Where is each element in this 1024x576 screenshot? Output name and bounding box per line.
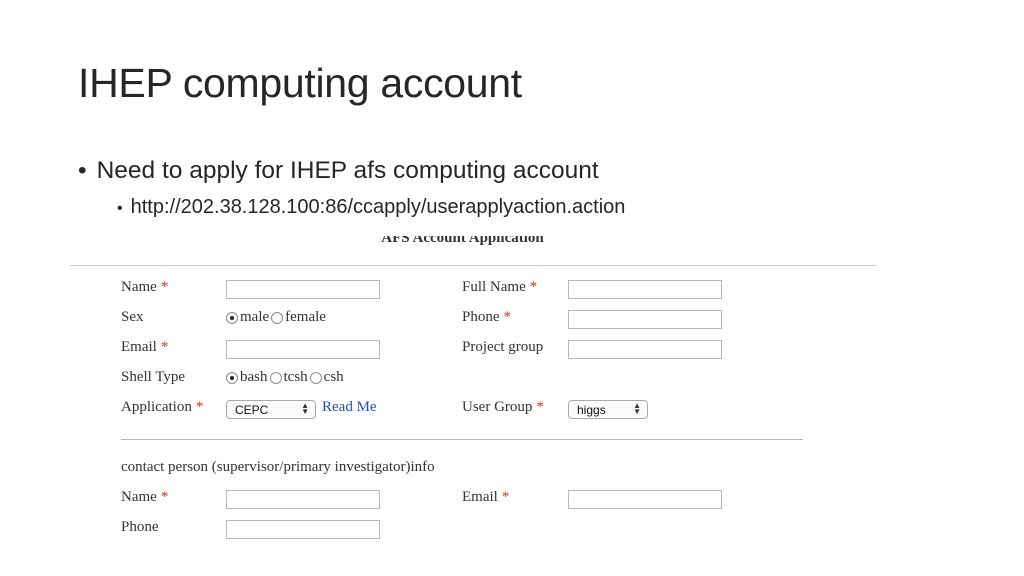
user-group-label: User Group * — [462, 399, 544, 415]
shell-bash-label: bash — [240, 369, 268, 385]
phone-label: Phone * — [462, 309, 512, 325]
shell-type-radio-group: bash tcsh csh — [226, 369, 346, 386]
bullet-apply-account: • Need to apply for IHEP afs computing ac… — [78, 157, 599, 185]
project-group-input[interactable] — [568, 340, 722, 359]
application-label: Application * — [121, 399, 204, 415]
contact-phone-label: Phone — [121, 519, 159, 535]
slide-title: IHEP computing account — [78, 60, 522, 106]
full-name-label: Full Name * — [462, 279, 538, 295]
form-top-divider — [70, 265, 876, 266]
email-input[interactable] — [226, 340, 380, 359]
required-mark: * — [501, 489, 510, 505]
bullet-url: • http://202.38.128.100:86/ccapply/userap… — [117, 196, 625, 219]
sex-label: Sex — [121, 309, 144, 325]
project-group-label: Project group — [462, 339, 544, 355]
full-name-input[interactable] — [568, 280, 722, 299]
bullet-dot: • — [117, 200, 123, 217]
contact-email-label: Email * — [462, 489, 510, 505]
required-mark: * — [503, 309, 512, 325]
required-mark: * — [529, 279, 538, 295]
shell-tcsh-label: tcsh — [283, 369, 308, 385]
shell-bash-radio[interactable] — [226, 371, 238, 384]
name-input[interactable] — [226, 280, 380, 299]
phone-input[interactable] — [568, 310, 722, 329]
sex-female-label: female — [285, 309, 326, 325]
form-caption: AFS Account Application — [381, 236, 544, 246]
contact-heading: contact person (supervisor/primary inves… — [121, 459, 435, 475]
required-mark: * — [160, 279, 169, 295]
user-group-select-value: higgs — [577, 403, 606, 417]
shell-type-label: Shell Type — [121, 369, 186, 385]
sex-male-label: male — [240, 309, 270, 325]
required-mark: * — [195, 399, 204, 415]
bullet-text: Need to apply for IHEP afs computing acc… — [96, 157, 599, 184]
shell-csh-label: csh — [323, 369, 344, 385]
sex-radio-group: male female — [226, 309, 328, 326]
contact-name-label: Name * — [121, 489, 169, 505]
required-mark: * — [536, 399, 544, 415]
required-mark: * — [160, 489, 169, 505]
select-arrows-icon: ▲ ▼ — [633, 401, 641, 416]
sex-female-radio[interactable] — [271, 311, 284, 324]
read-me-link[interactable]: Read Me — [322, 399, 377, 416]
application-select[interactable]: CEPC ▲ ▼ — [226, 400, 316, 419]
shell-csh-radio[interactable] — [309, 371, 322, 384]
required-mark: * — [160, 339, 169, 355]
contact-email-input[interactable] — [568, 490, 722, 509]
select-arrows-icon: ▲ ▼ — [301, 401, 309, 416]
shell-tcsh-radio[interactable] — [269, 371, 282, 384]
section-divider — [121, 439, 803, 440]
application-select-value: CEPC — [235, 403, 269, 417]
bullet-dot: • — [78, 157, 87, 184]
user-group-select[interactable]: higgs ▲ ▼ — [568, 400, 648, 419]
email-label: Email * — [121, 339, 169, 355]
url-text: http://202.38.128.100:86/ccapply/userapp… — [130, 196, 626, 218]
name-label: Name * — [121, 279, 169, 295]
contact-phone-input[interactable] — [226, 520, 380, 539]
sex-male-radio[interactable] — [226, 311, 238, 324]
contact-name-input[interactable] — [226, 490, 380, 509]
